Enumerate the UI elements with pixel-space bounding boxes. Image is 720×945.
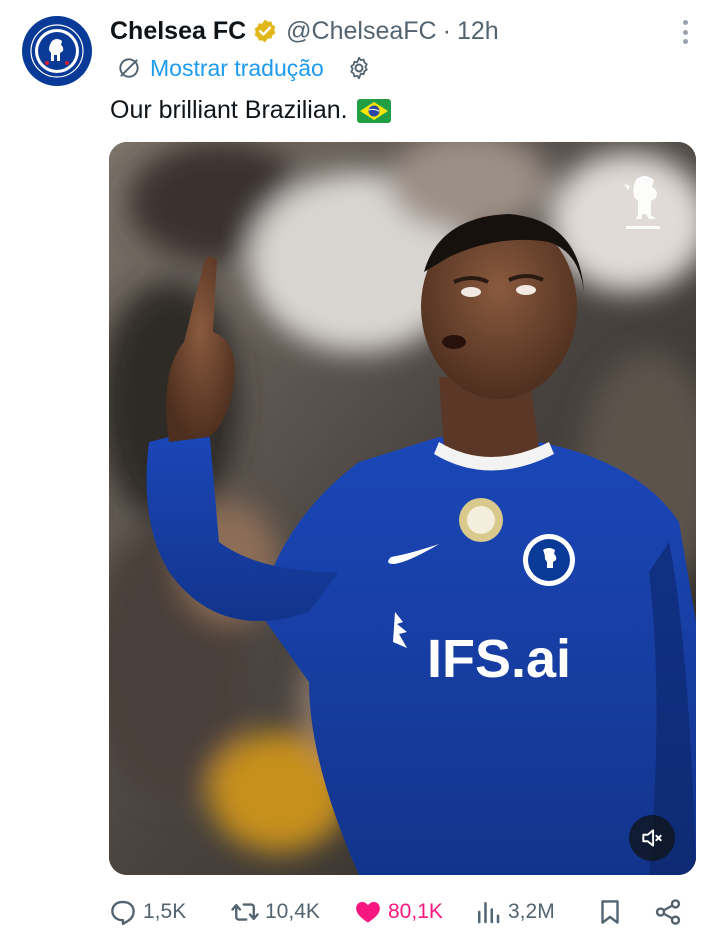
tweet-actions: 1,5K 10,4K 80,1K 3,2M [108, 892, 698, 932]
chelsea-lion-icon [624, 176, 660, 229]
author-handle[interactable]: @ChelseaFC [286, 17, 436, 46]
views-icon [478, 902, 500, 924]
reply-count: 1,5K [143, 900, 187, 923]
author-name[interactable]: Chelsea FC [110, 17, 246, 46]
more-dot-icon [682, 20, 688, 25]
video-frame-image: IFS.ai [109, 142, 696, 875]
views-button[interactable]: 3,2M [473, 892, 555, 932]
separator-dot: · [442, 16, 451, 45]
bookmark-icon [601, 900, 619, 924]
avatar[interactable] [22, 16, 92, 86]
views-count: 3,2M [508, 900, 555, 923]
speaker-muted-icon [642, 829, 662, 847]
chelsea-crest-icon [27, 21, 87, 81]
more-dot-icon [682, 39, 688, 44]
repost-count: 10,4K [265, 900, 320, 923]
verified-gold-badge-icon[interactable] [252, 18, 278, 44]
heart-filled-icon [356, 902, 380, 923]
tweet-text-content: Our brilliant Brazilian. [110, 96, 348, 124]
tweet-text: Our brilliant Brazilian. [110, 96, 391, 125]
like-button[interactable]: 80,1K [353, 892, 443, 932]
tweet-time[interactable]: 12h [457, 17, 499, 46]
bookmark-button[interactable] [595, 892, 625, 932]
translate-row: Mostrar tradução [116, 52, 372, 84]
repost-button[interactable]: 10,4K [230, 892, 320, 932]
share-icon [655, 899, 681, 925]
gear-icon[interactable] [346, 55, 372, 81]
jersey-sponsor-text: IFS.ai [427, 629, 571, 689]
more-options-button[interactable] [675, 18, 695, 46]
translate-icon [119, 58, 139, 78]
repost-icon [231, 903, 259, 921]
reply-icon [111, 900, 135, 926]
more-dot-icon [682, 29, 688, 35]
tweet-header: Chelsea FC @ChelseaFC · 12h [110, 14, 499, 48]
like-count: 80,1K [388, 900, 443, 923]
show-translation-link[interactable]: Mostrar tradução [150, 55, 324, 82]
brazil-flag-icon [356, 98, 391, 123]
mute-button[interactable] [629, 815, 675, 861]
share-button[interactable] [653, 892, 683, 932]
tweet-video[interactable]: IFS.ai [109, 142, 696, 875]
reply-button[interactable]: 1,5K [108, 892, 186, 932]
